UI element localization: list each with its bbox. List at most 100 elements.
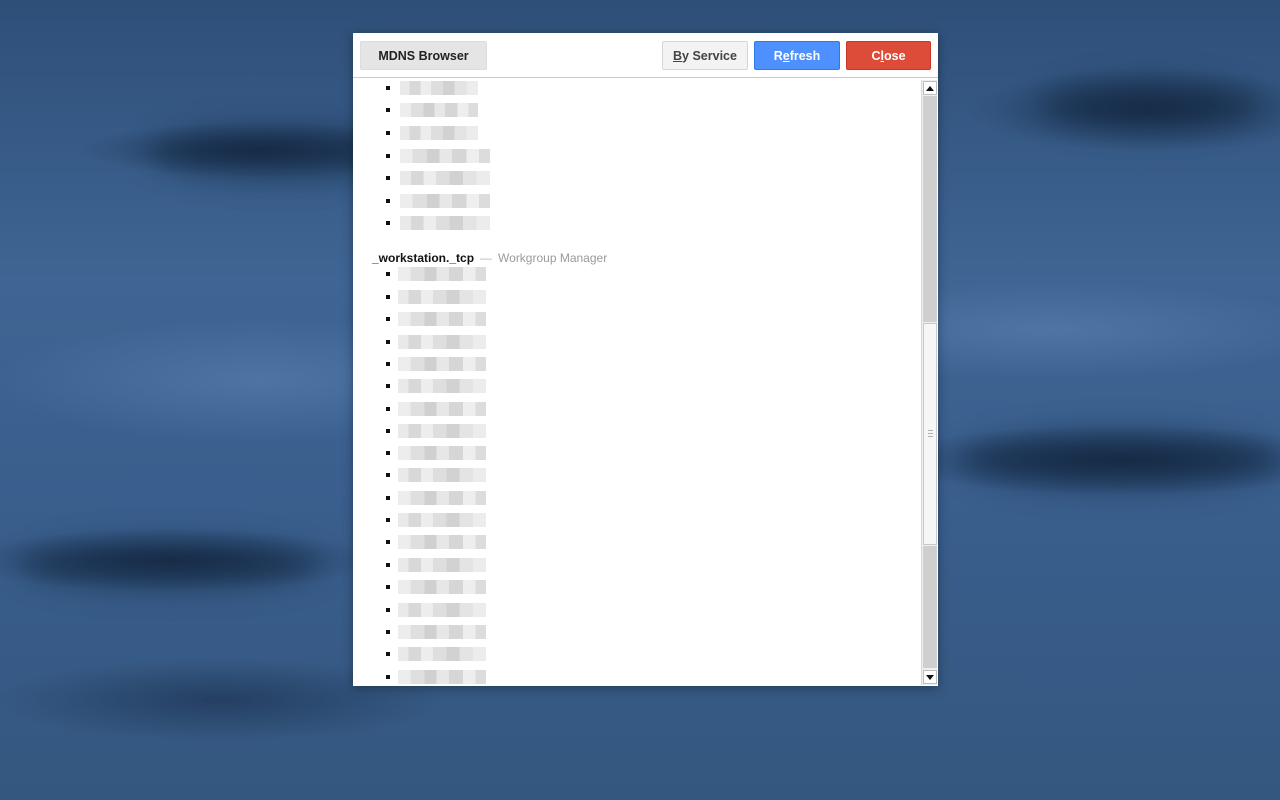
list-item[interactable] <box>353 290 653 304</box>
list-item[interactable] <box>353 216 653 230</box>
list-item[interactable] <box>353 312 653 326</box>
wallpaper-shadow <box>960 430 1280 490</box>
bullet <box>386 496 390 500</box>
list-item[interactable] <box>353 468 653 482</box>
wallpaper-shadow <box>1040 80 1260 130</box>
redacted-entry <box>400 126 478 140</box>
bullet <box>386 384 390 388</box>
arrow-up-icon <box>926 85 934 91</box>
bullet <box>386 451 390 455</box>
scroll-thumb[interactable] <box>923 323 937 545</box>
bullet <box>386 362 390 366</box>
redacted-entry <box>398 312 486 326</box>
bullet <box>386 473 390 477</box>
list-item[interactable] <box>353 267 653 281</box>
bullet <box>386 407 390 411</box>
bullet <box>386 608 390 612</box>
list-item[interactable] <box>353 424 653 438</box>
list-item[interactable] <box>353 491 653 505</box>
by-service-mnemonic: B <box>673 48 683 63</box>
wallpaper-shadow <box>20 540 320 590</box>
by-service-label-rest: y Service <box>682 48 737 63</box>
list-item[interactable] <box>353 379 653 393</box>
list-item[interactable] <box>353 580 653 594</box>
list-item[interactable] <box>353 126 653 140</box>
redacted-entry <box>398 491 486 505</box>
redacted-entry <box>398 558 486 572</box>
title-button[interactable]: MDNS Browser <box>360 41 487 70</box>
refresh-label-start: R <box>773 48 783 63</box>
scroll-track[interactable] <box>923 96 937 322</box>
bullet <box>386 429 390 433</box>
redacted-entry <box>398 535 486 549</box>
bullet <box>386 540 390 544</box>
service-separator: — <box>480 251 493 265</box>
redacted-entry <box>400 216 490 230</box>
bullet <box>386 675 390 679</box>
redacted-entry <box>398 625 486 639</box>
list-item[interactable] <box>353 402 653 416</box>
list-item[interactable] <box>353 446 653 460</box>
list-item[interactable] <box>353 194 653 208</box>
arrow-down-icon <box>926 674 934 680</box>
redacted-entry <box>398 603 486 617</box>
list-item[interactable] <box>353 171 653 185</box>
close-label-rest: ose <box>883 48 906 63</box>
scroll-down-button[interactable] <box>923 670 937 684</box>
service-description: Workgroup Manager <box>498 251 608 265</box>
list-item[interactable] <box>353 558 653 572</box>
service-list-pane: _workstation._tcp — Workgroup Manager <box>353 79 921 686</box>
toolbar: MDNS Browser By Service Re fresh Cl ose <box>353 33 938 78</box>
scroll-up-button[interactable] <box>923 81 937 95</box>
redacted-entry <box>398 424 486 438</box>
list-item[interactable] <box>353 149 653 163</box>
list-item[interactable] <box>353 647 653 661</box>
service-heading: _workstation._tcp — Workgroup Manager <box>372 251 607 265</box>
mdns-browser-window: MDNS Browser By Service Re fresh Cl ose _w… <box>353 33 938 686</box>
list-item[interactable] <box>353 357 653 371</box>
redacted-entry <box>398 446 486 460</box>
refresh-label-rest: fresh <box>789 48 821 63</box>
bullet <box>386 108 390 112</box>
bullet <box>386 86 390 90</box>
refresh-mnemonic: e <box>782 48 790 63</box>
redacted-entry <box>398 335 486 349</box>
by-service-button[interactable]: By Service <box>662 41 748 70</box>
list-item[interactable] <box>353 603 653 617</box>
redacted-entry <box>398 468 486 482</box>
redacted-entry <box>398 402 486 416</box>
redacted-entry <box>400 149 490 163</box>
bullet <box>386 317 390 321</box>
bullet <box>386 630 390 634</box>
redacted-entry <box>400 81 478 95</box>
bullet <box>386 154 390 158</box>
bullet <box>386 518 390 522</box>
bullet <box>386 295 390 299</box>
redacted-entry <box>398 513 486 527</box>
grip-icon <box>928 430 933 437</box>
refresh-button[interactable]: Re fresh <box>754 41 840 70</box>
redacted-entry <box>398 290 486 304</box>
list-item[interactable] <box>353 103 653 117</box>
bullet <box>386 585 390 589</box>
redacted-entry <box>398 647 486 661</box>
list-item[interactable] <box>353 625 653 639</box>
list-item[interactable] <box>353 81 653 95</box>
list-item[interactable] <box>353 670 653 684</box>
close-button[interactable]: Cl ose <box>846 41 931 70</box>
redacted-entry <box>398 580 486 594</box>
scroll-track[interactable] <box>923 546 937 668</box>
vertical-scrollbar[interactable] <box>921 80 937 685</box>
bullet <box>386 176 390 180</box>
list-item[interactable] <box>353 513 653 527</box>
redacted-entry <box>398 357 486 371</box>
bullet <box>386 563 390 567</box>
service-name: _workstation._tcp <box>372 251 475 265</box>
list-item[interactable] <box>353 535 653 549</box>
list-item[interactable] <box>353 335 653 349</box>
bullet <box>386 340 390 344</box>
redacted-entry <box>398 670 486 684</box>
redacted-entry <box>398 379 486 393</box>
redacted-entry <box>400 103 478 117</box>
close-label-start: C <box>871 48 881 63</box>
